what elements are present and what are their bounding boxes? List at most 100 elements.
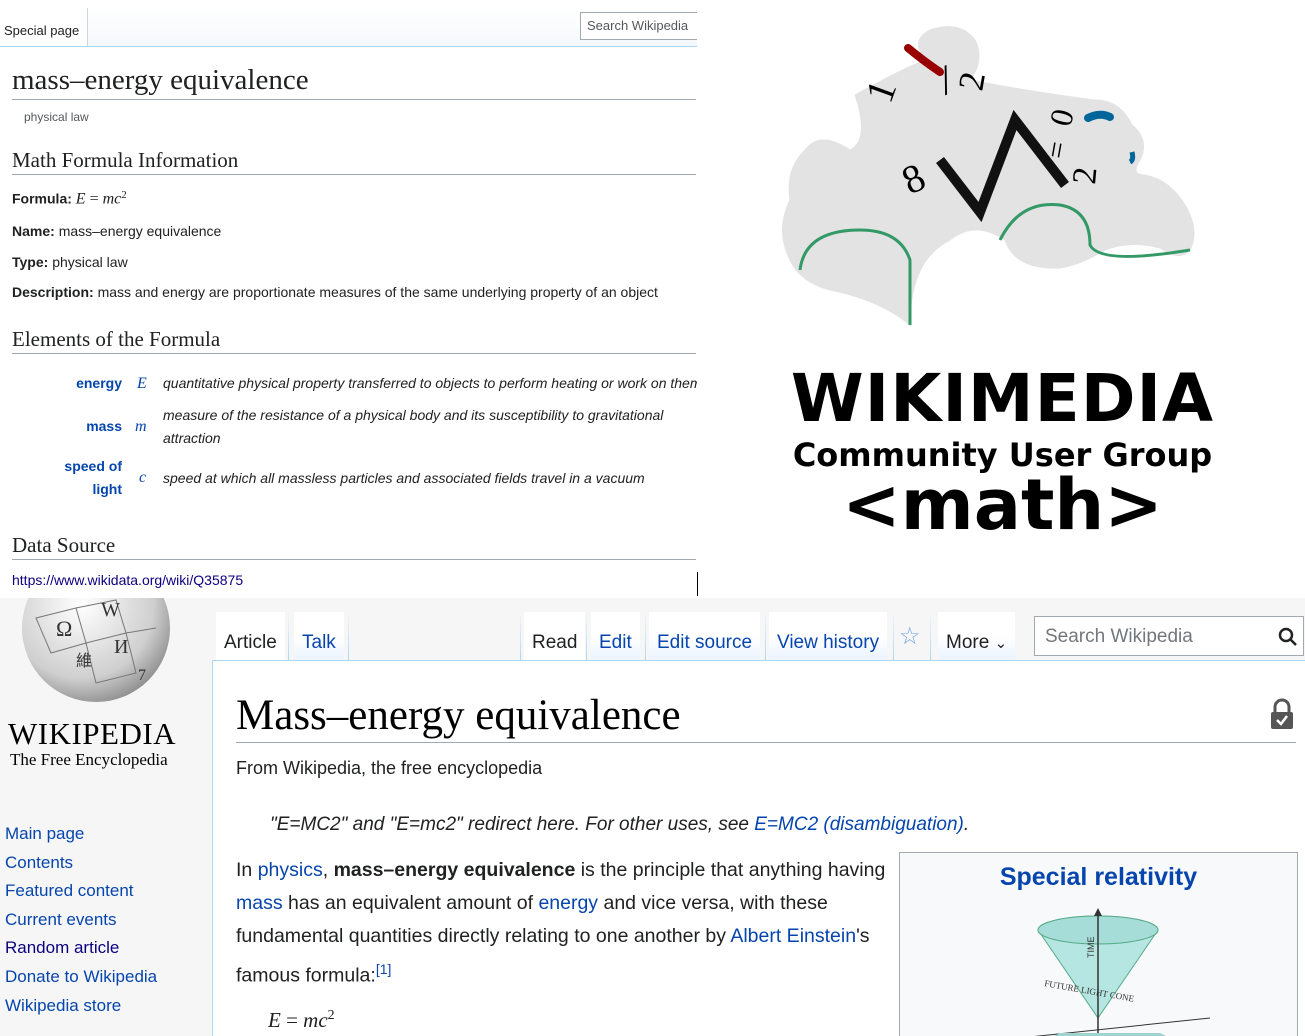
sidebar-item-featured-content[interactable]: Featured content xyxy=(5,877,157,906)
watch-star-icon[interactable]: ☆ xyxy=(899,622,921,651)
description-row: Description: mass and energy are proport… xyxy=(12,284,658,300)
puzzle-shape xyxy=(782,26,1195,327)
tab-read[interactable]: Read xyxy=(524,612,586,661)
sidebar-item-random-article[interactable]: Random article xyxy=(5,934,157,963)
svg-text:И: И xyxy=(114,636,128,658)
svg-text:維: 維 xyxy=(76,652,92,670)
name-row: Name: mass–energy equivalence xyxy=(12,223,221,239)
light-cone-diagram[interactable]: TIME FUTURE LIGHT CONE xyxy=(1000,908,1220,1036)
formula-lhs: E xyxy=(268,1008,281,1032)
wikipedia-wordmark[interactable]: WIKIPEDIA xyxy=(8,716,176,752)
sidebar-item-current-events[interactable]: Current events xyxy=(5,906,157,935)
infobox-sidebar: Special relativity TIME FUTURE LIGHT CON… xyxy=(899,852,1298,1036)
sidebar-navigation: Main page Contents Featured content Curr… xyxy=(5,820,157,1020)
hatnote-end: . xyxy=(963,814,970,835)
element-symbol-mass: m xyxy=(135,418,147,435)
tab-more[interactable]: More ⌄ xyxy=(938,612,1016,661)
link-albert-einstein[interactable]: Albert Einstein xyxy=(730,925,856,947)
wikimedia-math-logo: 1 / 2 8 0 = 2 WIKIMEDIA Community User G… xyxy=(760,0,1305,560)
sidebar-item-contents[interactable]: Contents xyxy=(5,849,157,878)
hatnote: "E=MC2" and "E=mc2" redirect here. For o… xyxy=(270,814,969,836)
reference-link[interactable]: [1] xyxy=(376,961,392,977)
display-formula: E = mc2 xyxy=(268,1008,335,1033)
formula-rhs: mc xyxy=(102,190,122,208)
tab-more-label: More xyxy=(946,632,990,653)
sidebar-item-main-page[interactable]: Main page xyxy=(5,820,157,849)
source-link[interactable]: https://www.wikidata.org/wiki/Q35875 xyxy=(12,572,243,588)
element-name-speed-of-light-line1[interactable]: speed of xyxy=(40,455,122,478)
formula-equals: = xyxy=(280,1008,304,1032)
para-text: In xyxy=(236,859,258,881)
svg-text:W: W xyxy=(101,599,120,621)
type-label: Type: xyxy=(12,254,49,270)
search-icon[interactable] xyxy=(1278,627,1298,647)
wikipedia-tagline: The Free Encyclopedia xyxy=(10,750,168,769)
blue-dot xyxy=(1128,151,1136,165)
type-row: Type: physical law xyxy=(12,254,128,270)
element-symbol-energy: E xyxy=(137,375,147,392)
lead-paragraph: In physics, mass–energy equivalence is t… xyxy=(236,854,886,993)
link-mass[interactable]: mass xyxy=(236,892,283,914)
description-value: mass and energy are proportionate measur… xyxy=(97,284,658,300)
page-subtitle: physical law xyxy=(24,110,89,124)
section-heading-elements: Elements of the Formula xyxy=(12,327,696,354)
digit-2b: 2 xyxy=(1066,166,1104,186)
tab-edit-source[interactable]: Edit source xyxy=(649,612,761,661)
lock-icon[interactable] xyxy=(1268,698,1296,730)
formula-info-panel: Special page Search Wikipedia mass–energ… xyxy=(0,0,697,598)
element-symbol-speed-of-light: c xyxy=(139,469,147,486)
page-title: mass–energy equivalence xyxy=(12,64,696,100)
para-text: has an equivalent amount of xyxy=(282,892,539,914)
page-title: Mass–energy equivalence xyxy=(236,690,1296,743)
svg-text:Ω: Ω xyxy=(56,616,72,641)
section-heading-source: Data Source xyxy=(12,533,696,560)
para-text: is the principle that anything having xyxy=(575,859,886,881)
formula-exponent: 2 xyxy=(327,1008,335,1023)
section-heading-info: Math Formula Information xyxy=(12,148,696,175)
search-input[interactable]: Search Wikipedia xyxy=(1034,616,1304,656)
element-name-mass[interactable]: mass xyxy=(40,415,122,438)
text-cursor xyxy=(697,572,698,596)
infobox-title[interactable]: Special relativity xyxy=(900,863,1297,892)
formula-label: Formula: xyxy=(12,190,72,207)
tab-article[interactable]: Article xyxy=(216,612,285,661)
formula-lhs: E xyxy=(75,190,86,208)
name-value: mass–energy equivalence xyxy=(58,223,222,239)
bold-term: mass–energy equivalence xyxy=(333,859,576,881)
svg-text:7: 7 xyxy=(138,667,146,684)
link-physics[interactable]: physics xyxy=(258,859,323,881)
tab-talk[interactable]: Talk xyxy=(294,612,344,661)
diagram-time-label: TIME xyxy=(1086,937,1096,959)
tab-special-page[interactable]: Special page xyxy=(0,8,88,46)
site-subtitle: From Wikipedia, the free encyclopedia xyxy=(236,758,543,778)
tab-edit[interactable]: Edit xyxy=(591,612,640,661)
puzzle-piece-icon: 1 / 2 8 0 = 2 xyxy=(782,26,1195,327)
wikipedia-globe-icon[interactable]: Ω W И 維 7 xyxy=(16,598,176,703)
blue-accent xyxy=(1084,110,1114,122)
element-name-energy[interactable]: energy xyxy=(40,372,122,395)
formula-rhs: mc xyxy=(303,1008,328,1032)
type-value: physical law xyxy=(52,254,128,270)
search-input[interactable]: Search Wikipedia xyxy=(580,12,697,40)
element-name-speed-of-light-line2[interactable]: light xyxy=(40,478,122,501)
element-desc-mass-line1: measure of the resistance of a physical … xyxy=(163,407,664,423)
logo-title: WIKIMEDIA xyxy=(790,360,1215,437)
formula-row: Formula: E = mc2 xyxy=(12,189,127,209)
element-desc-mass-line2: attraction xyxy=(163,430,221,446)
element-desc-energy: quantitative physical property transferr… xyxy=(163,375,697,391)
sidebar-item-donate[interactable]: Donate to Wikipedia xyxy=(5,963,157,992)
tab-view-history[interactable]: View history xyxy=(769,612,888,661)
name-label: Name: xyxy=(12,223,55,239)
logo-math-tag: <math> xyxy=(842,464,1163,546)
para-text: , xyxy=(322,859,334,881)
formula-equals: = xyxy=(85,190,103,208)
hatnote-link[interactable]: E=MC2 (disambiguation) xyxy=(754,814,964,835)
link-energy[interactable]: energy xyxy=(538,892,598,914)
formula-exponent: 2 xyxy=(121,189,127,201)
description-label: Description: xyxy=(12,284,94,300)
wikipedia-article-screenshot: Ω W И 維 7 WIKIPEDIA The Free Encyclopedi… xyxy=(0,598,1305,1036)
hatnote-text: "E=MC2" and "E=mc2" redirect here. For o… xyxy=(270,814,755,835)
element-desc-speed-of-light: speed at which all massless particles an… xyxy=(163,470,645,486)
sidebar-item-store[interactable]: Wikipedia store xyxy=(5,992,157,1021)
chevron-down-icon: ⌄ xyxy=(994,635,1008,652)
